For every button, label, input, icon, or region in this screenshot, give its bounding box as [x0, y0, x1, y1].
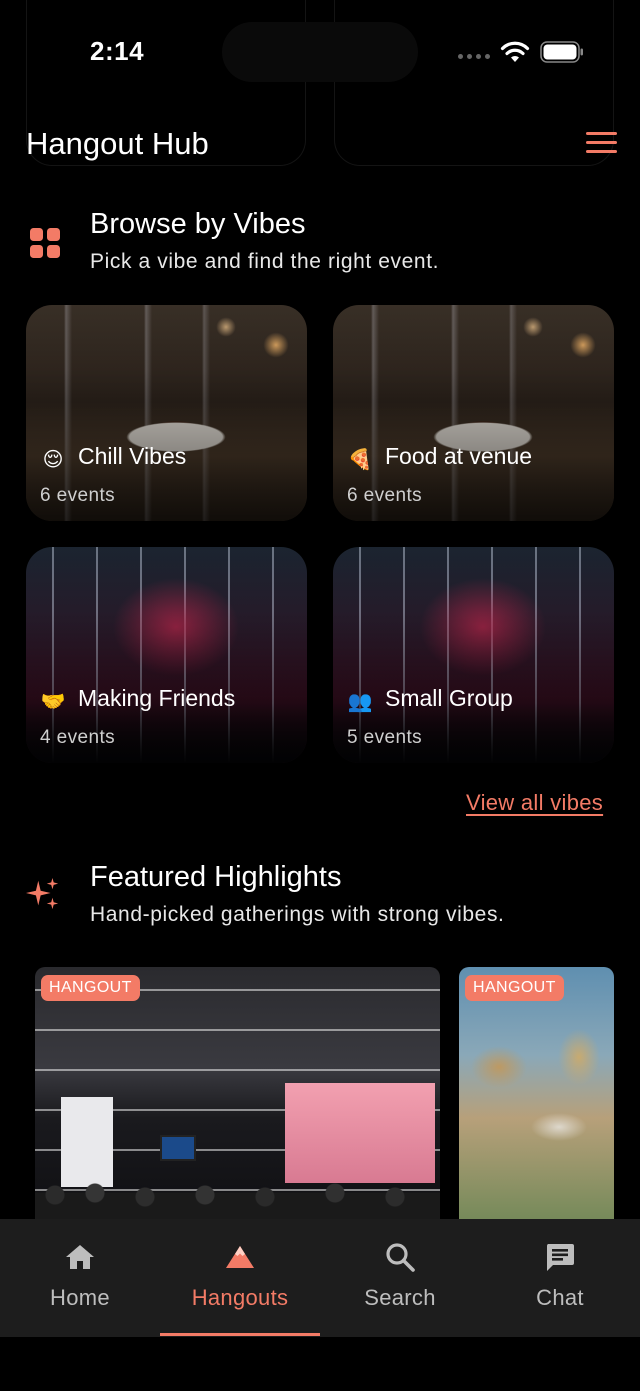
- wifi-icon: [500, 41, 530, 62]
- vibe-emoji-icon: 👥: [347, 691, 373, 713]
- vibe-event-count: 6 events: [40, 485, 116, 506]
- browse-section-subtitle: Pick a vibe and find the right event.: [90, 250, 440, 273]
- app-title: Hangout Hub: [26, 126, 209, 161]
- vibe-event-count: 6 events: [347, 485, 423, 506]
- vibe-card-food-at-venue[interactable]: 🍕 Food at venue 6 events: [333, 305, 614, 521]
- tab-label: Search: [364, 1285, 436, 1310]
- browse-section-title: Browse by Vibes: [90, 208, 306, 240]
- featured-card[interactable]: HANGOUT: [35, 967, 440, 1219]
- status-bar: 2:14: [0, 0, 640, 166]
- tab-label: Home: [50, 1285, 110, 1310]
- vibe-name: Food at venue: [385, 443, 533, 469]
- tab-chat[interactable]: Chat: [480, 1219, 640, 1337]
- featured-card[interactable]: HANGOUT: [459, 967, 614, 1219]
- hangout-tag-badge: HANGOUT: [41, 975, 140, 1001]
- vibe-emoji-icon: 🤝: [40, 691, 66, 713]
- hamburger-menu-icon[interactable]: [586, 132, 617, 156]
- vibe-event-count: 5 events: [347, 727, 423, 748]
- grid-icon: [30, 228, 60, 258]
- status-time: 2:14: [90, 36, 145, 66]
- search-icon: [386, 1243, 415, 1272]
- vibe-emoji-icon: 🍕: [347, 449, 373, 471]
- active-tab-indicator: [160, 1333, 320, 1336]
- vibe-card-chill-vibes[interactable]: 😌 Chill Vibes 6 events: [26, 305, 307, 521]
- chat-icon: [546, 1244, 574, 1271]
- tab-home[interactable]: Home: [0, 1219, 160, 1337]
- featured-card-image: [285, 1083, 435, 1183]
- vibe-emoji-icon: 😌: [42, 449, 64, 471]
- tab-label: Hangouts: [191, 1285, 289, 1310]
- vibe-card-small-group[interactable]: 👥 Small Group 5 events: [333, 547, 614, 763]
- battery-icon: [540, 41, 583, 63]
- tab-label: Chat: [536, 1285, 584, 1310]
- home-icon: [66, 1245, 94, 1269]
- hangout-tag-badge: HANGOUT: [465, 975, 564, 1001]
- tab-search[interactable]: Search: [320, 1219, 480, 1337]
- tab-hangouts[interactable]: Hangouts: [160, 1219, 320, 1337]
- vibe-card-making-friends[interactable]: 🤝 Making Friends 4 events: [26, 547, 307, 763]
- cellular-signal-icon: [458, 54, 490, 59]
- featured-section-title: Featured Highlights: [90, 861, 342, 893]
- sparkles-icon: [26, 877, 59, 910]
- dynamic-island: [222, 22, 418, 82]
- vibe-name: Making Friends: [78, 685, 236, 711]
- bottom-tab-bar: Home Hangouts Search Chat: [0, 1219, 640, 1337]
- vibe-name: Chill Vibes: [78, 443, 187, 469]
- vibe-name: Small Group: [385, 685, 513, 711]
- mountain-icon: [226, 1246, 254, 1268]
- featured-section-subtitle: Hand-picked gatherings with strong vibes…: [90, 903, 505, 926]
- vibe-event-count: 4 events: [40, 727, 116, 748]
- view-all-vibes-link[interactable]: View all vibes: [466, 790, 603, 816]
